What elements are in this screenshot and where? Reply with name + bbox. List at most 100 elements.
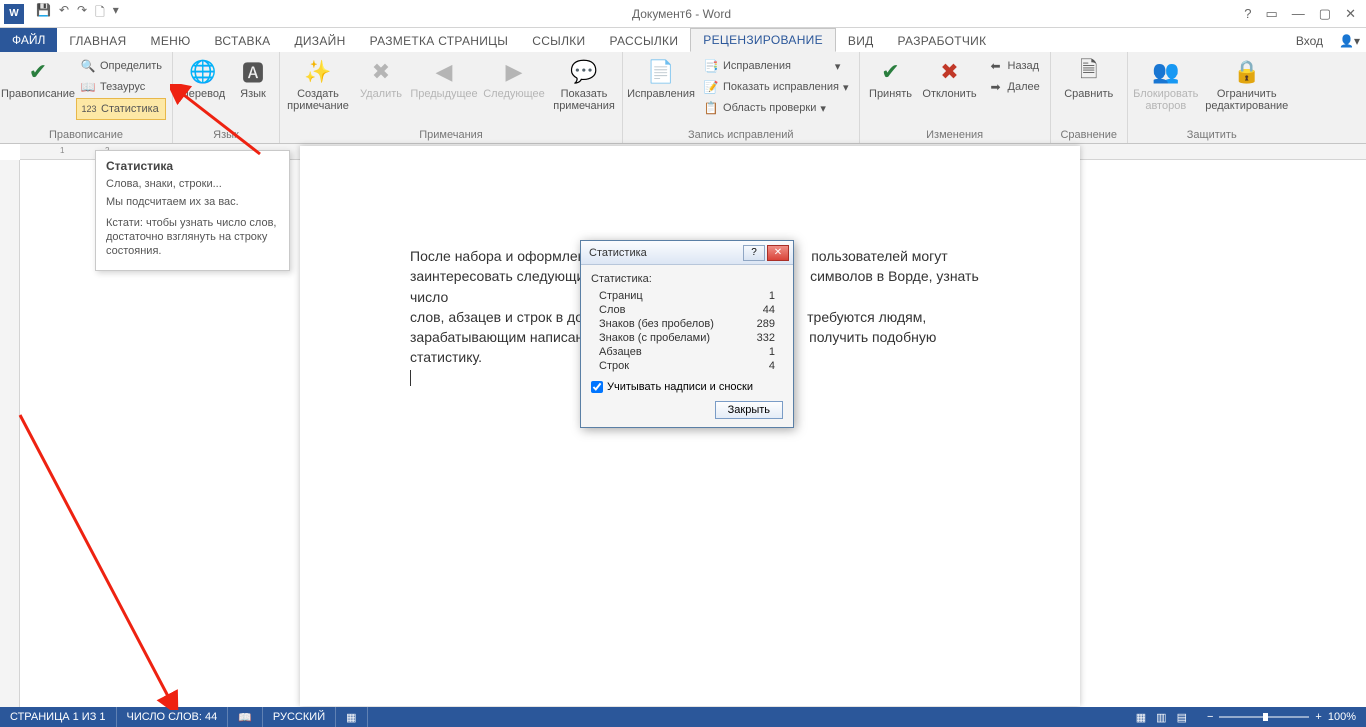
minimize-icon[interactable]: — [1292,6,1305,22]
spelling-button[interactable]: ✔ Правописание [6,54,70,100]
restrict-editing-button[interactable]: 🔒Ограничить редактирование [1204,54,1290,112]
new-comment-button[interactable]: ✨Создать примечание [286,54,350,112]
accept-button[interactable]: ✔Принять [866,54,916,100]
tab-view[interactable]: ВИД [836,30,886,52]
ribbon-display-icon[interactable]: ▭ [1266,6,1278,22]
reject-button[interactable]: ✖Отклонить [922,54,978,100]
group-protect: 👥Блокировать авторов 🔒Ограничить редакти… [1128,52,1296,143]
vertical-ruler[interactable] [0,160,20,707]
delete-comment-button[interactable]: ✖Удалить [356,54,406,100]
thesaurus-button[interactable]: 📖Тезаурус [76,77,166,97]
tab-insert[interactable]: ВСТАВКА [203,30,283,52]
dialog-title: Статистика [585,247,741,259]
markup-icon: 📝 [703,79,719,95]
dialog-help-button[interactable]: ? [743,245,765,261]
status-bar: СТРАНИЦА 1 ИЗ 1 ЧИСЛО СЛОВ: 44 📖 РУССКИЙ… [0,707,1366,727]
include-textboxes-checkbox[interactable]: Учитывать надписи и сноски [591,381,783,393]
book-icon: 🔍 [80,58,96,74]
tab-design[interactable]: ДИЗАЙН [282,30,357,52]
reviewing-pane-dropdown[interactable]: 📋Область проверки▾ [699,98,853,118]
save-icon[interactable]: 💾 [36,3,51,24]
undo-icon[interactable]: ↶ [59,3,69,24]
stat-row: Слов44 [591,303,783,317]
view-print-icon[interactable]: ▥ [1156,711,1166,724]
group-language: 🌐 Перевод 🅰 Язык Язык [173,52,280,143]
show-comments-icon: 💬 [568,58,600,86]
new-comment-icon: ✨ [302,58,334,86]
next-icon: ▶ [498,58,530,86]
status-word-count[interactable]: ЧИСЛО СЛОВ: 44 [117,707,229,727]
display-for-review-dropdown[interactable]: 📑Исправления▾ [699,56,853,76]
sign-in[interactable]: Вход [1286,30,1333,52]
next-change-button[interactable]: ➡Далее [984,77,1044,97]
tab-file[interactable]: ФАЙЛ [0,28,57,52]
status-proofing-icon[interactable]: 📖 [228,707,263,727]
chevron-down-icon: ▾ [820,102,826,115]
define-button[interactable]: 🔍Определить [76,56,166,76]
language-icon: 🅰 [237,58,269,86]
tab-layout[interactable]: РАЗМЕТКА СТРАНИЦЫ [358,30,521,52]
dialog-titlebar[interactable]: Статистика ? ✕ [581,241,793,265]
group-compare: 🗎Сравнить Сравнение [1051,52,1128,143]
spellcheck-icon: ✔ [22,58,54,86]
translate-icon: 🌐 [187,58,219,86]
delete-icon: ✖ [365,58,397,86]
group-changes: ✔Принять ✖Отклонить ⬅Назад ➡Далее Измене… [860,52,1051,143]
zoom-out-button[interactable]: − [1207,711,1213,723]
back-arrow-icon: ⬅ [988,58,1004,74]
block-authors-button[interactable]: 👥Блокировать авторов [1134,54,1198,112]
track-changes-button[interactable]: 📄Исправления [629,54,693,100]
tab-developer[interactable]: РАЗРАБОТЧИК [886,30,999,52]
stat-row: Абзацев1 [591,345,783,359]
tab-home[interactable]: ГЛАВНАЯ [57,30,138,52]
compare-button[interactable]: 🗎Сравнить [1057,54,1121,100]
statistics-dialog: Статистика ? ✕ Статистика: Страниц1Слов4… [580,240,794,428]
show-markup-dropdown[interactable]: 📝Показать исправления▾ [699,77,853,97]
redo-icon[interactable]: ↷ [77,3,87,24]
thesaurus-icon: 📖 [80,79,96,95]
zoom-slider[interactable] [1219,716,1309,718]
prev-comment-button[interactable]: ◀Предыдущее [412,54,476,100]
stat-row: Страниц1 [591,289,783,303]
statistics-list: Страниц1Слов44Знаков (без пробелов)289Зн… [591,289,783,373]
view-web-icon[interactable]: ▤ [1177,711,1187,724]
sign-in-dropdown-icon[interactable]: 👤▾ [1333,30,1366,52]
reject-icon: ✖ [934,58,966,86]
chevron-down-icon: ▾ [843,81,849,94]
previous-change-button[interactable]: ⬅Назад [984,56,1044,76]
ribbon-tabs: ФАЙЛ ГЛАВНАЯ Меню ВСТАВКА ДИЗАЙН РАЗМЕТК… [0,28,1366,52]
maximize-icon[interactable]: ▢ [1319,6,1331,22]
tab-references[interactable]: ССЫЛКИ [520,30,597,52]
prev-icon: ◀ [428,58,460,86]
word-icon: W [4,4,24,24]
track-icon: 📄 [645,58,677,86]
word-count-button[interactable]: 123Статистика [76,98,166,120]
help-icon[interactable]: ? [1244,6,1251,22]
dialog-close-button[interactable]: ✕ [767,245,789,261]
status-page[interactable]: СТРАНИЦА 1 ИЗ 1 [0,707,117,727]
new-doc-icon[interactable]: 🗋 [95,3,105,24]
close-icon[interactable]: ✕ [1345,6,1356,22]
translate-button[interactable]: 🌐 Перевод [179,54,227,100]
compare-icon: 🗎 [1073,58,1105,86]
tooltip-title: Статистика [106,159,279,173]
zoom-level[interactable]: 100% [1328,711,1356,723]
zoom-in-button[interactable]: + [1315,711,1321,723]
view-read-icon[interactable]: ▦ [1136,711,1146,724]
status-macro-icon[interactable]: ▦ [336,707,367,727]
show-comments-button[interactable]: 💬Показать примечания [552,54,616,112]
text-cursor [410,370,411,386]
next-comment-button[interactable]: ▶Следующее [482,54,546,100]
checkbox-input[interactable] [591,381,603,393]
tab-menu[interactable]: Меню [139,30,203,52]
dialog-caption: Статистика: [591,273,783,285]
status-language[interactable]: РУССКИЙ [263,707,336,727]
zoom-control: − + 100% [1197,711,1366,723]
tab-mailings[interactable]: РАССЫЛКИ [597,30,690,52]
stat-row: Знаков (с пробелами)332 [591,331,783,345]
tab-review[interactable]: РЕЦЕНЗИРОВАНИЕ [690,28,836,52]
language-button[interactable]: 🅰 Язык [233,54,273,100]
stat-row: Строк4 [591,359,783,373]
window-title: Документ6 - Word [119,7,1245,21]
close-button[interactable]: Закрыть [715,401,783,419]
